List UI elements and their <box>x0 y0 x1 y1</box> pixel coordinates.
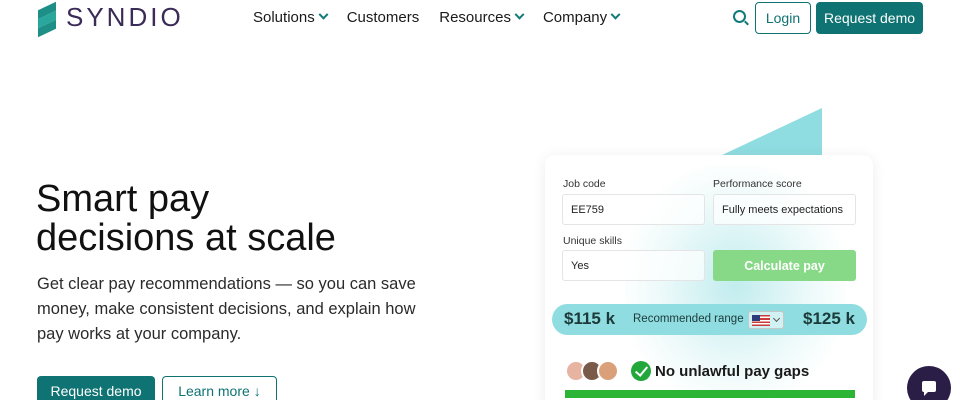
hero-subtitle: Get clear pay recommendations — so you c… <box>37 275 416 343</box>
request-demo-hero-button[interactable]: Request demo <box>37 376 155 400</box>
unique-skills-label: Unique skills <box>563 235 622 247</box>
logo-wordmark: SYNDIO <box>66 2 184 32</box>
nav-solutions-label: Solutions <box>253 8 315 26</box>
hero-title-line1: Smart pay <box>36 178 210 220</box>
chevron-down-icon <box>610 9 621 20</box>
nav-company-label: Company <box>542 8 608 26</box>
country-select[interactable] <box>748 311 784 329</box>
chevron-down-icon <box>318 9 329 20</box>
chat-icon <box>922 381 936 396</box>
hero-title: Smart pay decisions at scale <box>36 180 336 258</box>
recommended-range-pill: $115 k Recommended range $125 k <box>552 304 867 335</box>
learn-more-label: Learn more <box>178 383 250 399</box>
us-flag-icon <box>752 315 770 326</box>
nav-customers-label: Customers <box>346 8 420 26</box>
syndio-logo-mark-icon <box>38 1 56 37</box>
chat-button[interactable] <box>907 366 951 400</box>
nav-resources-label: Resources <box>439 8 511 26</box>
decorative-triangle <box>720 108 822 156</box>
learn-more-button[interactable]: Learn more ↓ <box>162 376 277 400</box>
avatar-group <box>565 360 619 382</box>
main-nav: Solutions Customers Resources Company <box>253 7 621 27</box>
nav-resources[interactable]: Resources <box>439 7 525 27</box>
range-low-value: $115 k <box>564 309 616 328</box>
no-pay-gaps-label: No unlawful pay gaps <box>655 363 810 380</box>
hero-title-line2: decisions at scale <box>36 217 336 259</box>
job-code-field[interactable]: EE759 <box>562 194 705 225</box>
unique-skills-field[interactable]: Yes <box>562 250 705 281</box>
chevron-down-icon <box>514 9 525 20</box>
arrow-down-icon: ↓ <box>253 383 261 399</box>
nav-customers[interactable]: Customers <box>347 7 420 27</box>
nav-solutions[interactable]: Solutions <box>253 7 329 27</box>
nav-company[interactable]: Company <box>542 7 621 27</box>
range-high-value: $125 k <box>803 309 855 328</box>
job-code-label: Job code <box>563 178 606 190</box>
login-button[interactable]: Login <box>755 2 811 34</box>
syndio-logo[interactable]: SYNDIO <box>38 1 184 37</box>
chevron-down-icon <box>772 314 781 323</box>
recommended-range-label: Recommended range <box>633 313 744 325</box>
calculate-pay-button[interactable]: Calculate pay <box>713 250 856 281</box>
avatar <box>597 360 619 382</box>
request-demo-nav-button[interactable]: Request demo <box>816 2 923 34</box>
performance-score-field[interactable]: Fully meets expectations <box>713 194 856 225</box>
search-icon[interactable] <box>733 10 746 23</box>
pay-gap-bar <box>565 390 855 398</box>
performance-score-label: Performance score <box>713 178 802 190</box>
check-circle-icon <box>631 361 651 381</box>
